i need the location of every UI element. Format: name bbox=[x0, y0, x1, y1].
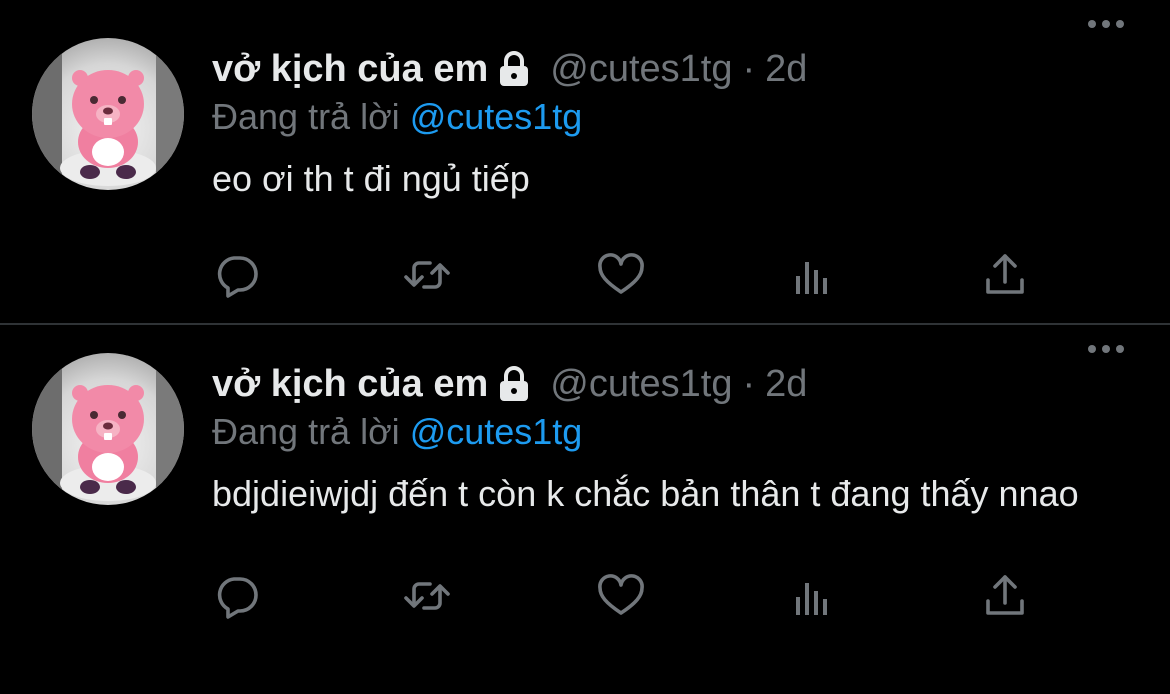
timestamp[interactable]: 2d bbox=[765, 363, 807, 406]
lock-icon bbox=[500, 366, 529, 401]
replying-to: Đang trả lời @cutes1tg bbox=[212, 94, 1130, 140]
tweet-header: vở kịch của em @cutes1tg · 2d bbox=[212, 359, 1130, 409]
dot-separator: · bbox=[742, 362, 756, 405]
tweet[interactable]: vở kịch của em @cutes1tg · 2d Đang trả l… bbox=[0, 0, 1170, 323]
reply-button[interactable] bbox=[212, 571, 262, 621]
tweet-actions bbox=[212, 250, 1042, 300]
reply-button[interactable] bbox=[212, 250, 262, 300]
avatar[interactable] bbox=[32, 353, 184, 505]
more-options-icon[interactable] bbox=[1086, 339, 1126, 359]
replying-to: Đang trả lời @cutes1tg bbox=[212, 409, 1130, 455]
author-name[interactable]: vở kịch của em bbox=[212, 363, 488, 406]
retweet-button[interactable] bbox=[402, 571, 452, 621]
lock-icon bbox=[500, 51, 529, 86]
more-options-icon[interactable] bbox=[1086, 14, 1126, 34]
reply-icon bbox=[217, 256, 258, 298]
views-button[interactable] bbox=[788, 571, 838, 621]
dot-separator: · bbox=[742, 47, 756, 90]
reply-icon bbox=[217, 577, 258, 619]
like-icon bbox=[598, 574, 644, 615]
retweet-icon bbox=[404, 582, 450, 610]
avatar[interactable] bbox=[32, 38, 184, 190]
reply-to-handle[interactable]: @cutes1tg bbox=[410, 411, 583, 452]
pink-beaver-avatar-icon bbox=[32, 38, 184, 190]
share-icon bbox=[986, 254, 1024, 294]
retweet-icon bbox=[404, 261, 450, 289]
reply-to-handle[interactable]: @cutes1tg bbox=[410, 96, 583, 137]
pink-beaver-avatar-icon bbox=[32, 353, 184, 505]
tweet-actions bbox=[212, 571, 1042, 621]
views-icon bbox=[796, 262, 827, 294]
share-button[interactable] bbox=[980, 250, 1030, 300]
like-icon bbox=[598, 253, 644, 294]
tweet-text: eo ơi th t đi ngủ tiếp bbox=[212, 158, 530, 199]
views-icon bbox=[796, 583, 827, 615]
like-button[interactable] bbox=[596, 250, 646, 300]
share-icon bbox=[986, 575, 1024, 615]
author-handle[interactable]: @cutes1tg bbox=[550, 48, 732, 91]
reply-prefix: Đang trả lời bbox=[212, 96, 400, 137]
author-handle[interactable]: @cutes1tg bbox=[550, 363, 732, 406]
tweet[interactable]: vở kịch của em @cutes1tg · 2d Đang trả l… bbox=[0, 325, 1170, 694]
tweet-text: bdjdieiwjdj đến t còn k chắc bản thân t … bbox=[212, 473, 1079, 514]
views-button[interactable] bbox=[788, 250, 838, 300]
like-button[interactable] bbox=[596, 571, 646, 621]
retweet-button[interactable] bbox=[402, 250, 452, 300]
share-button[interactable] bbox=[980, 571, 1030, 621]
author-name[interactable]: vở kịch của em bbox=[212, 48, 488, 91]
timestamp[interactable]: 2d bbox=[765, 48, 807, 91]
reply-prefix: Đang trả lời bbox=[212, 411, 400, 452]
tweet-header: vở kịch của em @cutes1tg · 2d bbox=[212, 44, 1130, 94]
